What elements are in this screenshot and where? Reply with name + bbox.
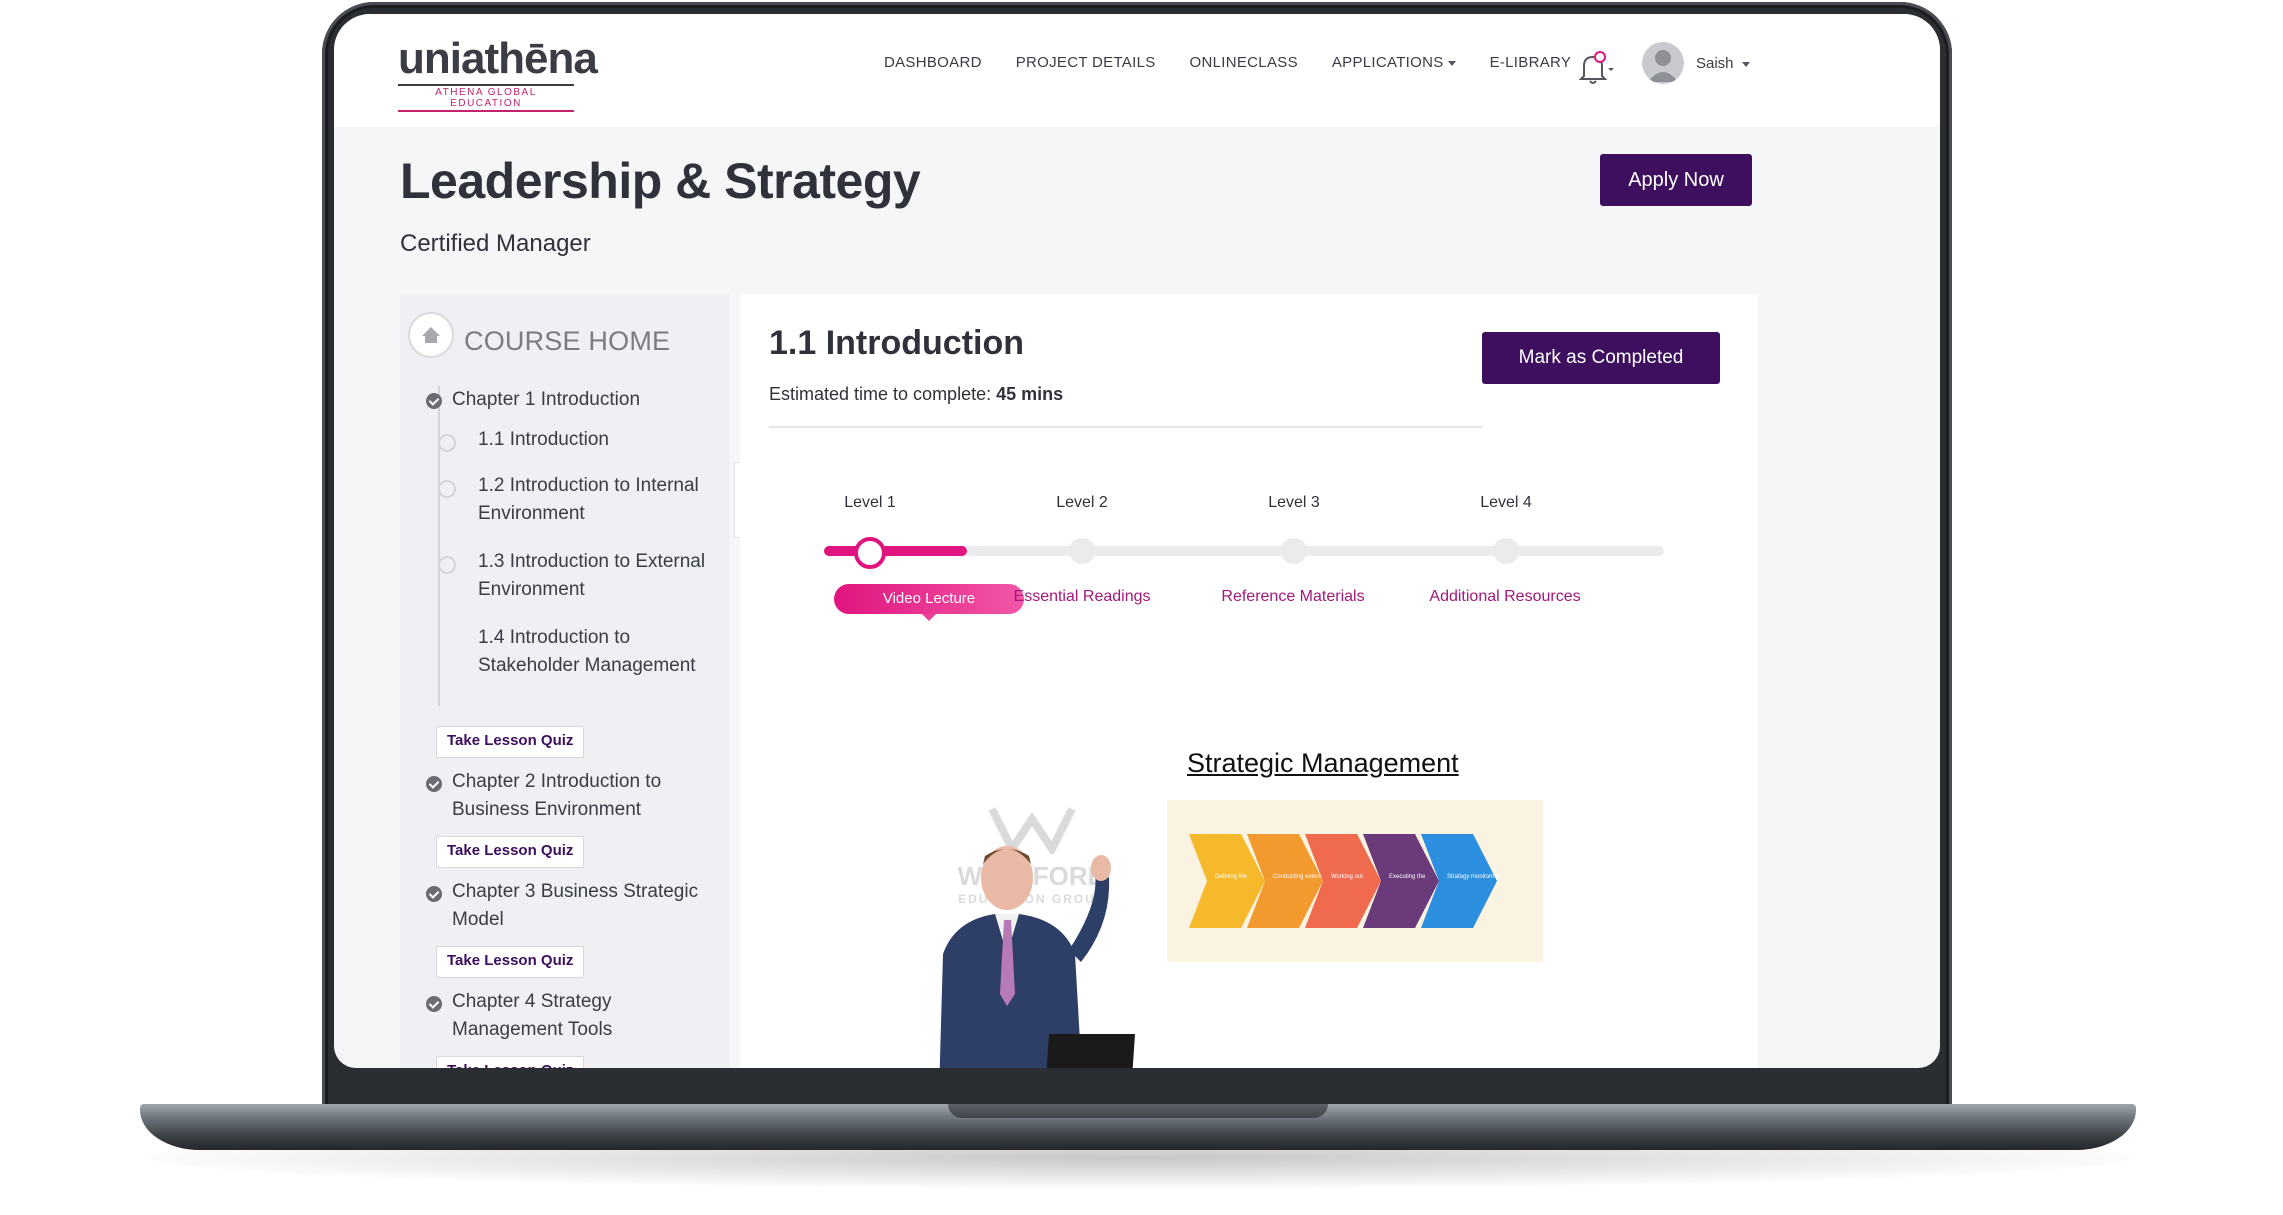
nav-e-library[interactable]: E-LIBRARY: [1490, 54, 1572, 71]
chapter-1-title: Chapter 1 Introduction: [452, 389, 641, 410]
chapter-3-link[interactable]: Chapter 3 Business Strategic Model: [452, 878, 698, 934]
level-4-label: Level 4: [1480, 494, 1532, 511]
top-navbar: uniathēna ATHENA GLOBAL EDUCATION DASHBO…: [334, 14, 1940, 127]
course-sidebar: COURSE HOME Chapter 1 Introduction 1.1 I…: [400, 294, 730, 1068]
strategy-process-diagram: Defining the Conducting external Working o…: [1167, 800, 1543, 962]
check-circle-icon: [426, 886, 442, 902]
chapter-2-link[interactable]: Chapter 2 Introduction to Business Enviro…: [452, 768, 661, 824]
notification-bell-icon[interactable]: [1574, 48, 1614, 88]
nav-onlineclass[interactable]: ONLINECLASS: [1190, 54, 1298, 71]
course-home-link[interactable]: COURSE HOME: [464, 326, 670, 357]
level-1-label: Level 1: [844, 494, 896, 511]
nav-applications-label: APPLICATIONS: [1331, 54, 1444, 71]
check-circle-icon: [426, 393, 442, 409]
logo-tagline: ATHENA GLOBAL EDUCATION: [398, 84, 574, 112]
lesson-title-line2: Environment: [478, 579, 585, 600]
apply-now-button[interactable]: Apply Now: [1600, 154, 1752, 206]
lesson-title: 1.4 Introduction to: [478, 627, 631, 648]
level-2-node[interactable]: [1069, 538, 1095, 564]
nav-applications[interactable]: APPLICATIONS: [1332, 54, 1456, 71]
logo-wordmark: uniathēna: [398, 34, 598, 83]
presenter-figure: [939, 846, 1135, 1068]
lesson-title-line2: Environment: [478, 503, 585, 524]
chapter-4-title-line2: Management Tools: [452, 1019, 613, 1040]
level-4-node[interactable]: [1493, 538, 1519, 564]
divider: [769, 426, 1483, 428]
laptop-hinge-notch: [948, 1104, 1328, 1118]
process-step-label: Defining the: [1215, 874, 1248, 880]
level-1-node[interactable]: [854, 537, 886, 569]
process-step-label: Conducting external: [1273, 874, 1326, 880]
level-2-label: Level 2: [1056, 494, 1108, 511]
course-title: Leadership & Strategy: [400, 153, 921, 209]
lesson-1-2-link[interactable]: 1.2 Introduction to Internal Environment: [478, 472, 699, 528]
level-3-label: Level 3: [1268, 494, 1320, 511]
essential-readings-tab[interactable]: Essential Readings: [987, 588, 1177, 606]
lesson-content: 1.1 Introduction Estimated time to compl…: [740, 294, 1758, 1068]
take-lesson-quiz-button[interactable]: Take Lesson Quiz: [436, 946, 585, 978]
lesson-title-line2: Stakeholder Management: [478, 655, 696, 676]
process-arrows: Defining the Conducting external Working o…: [1189, 834, 1499, 928]
reference-materials-tab[interactable]: Reference Materials: [1198, 588, 1388, 606]
process-step-label: Working out: [1331, 874, 1363, 880]
video-player[interactable]: Strategic Management Defining the Conduct…: [769, 734, 1729, 1068]
take-lesson-quiz-button[interactable]: Take Lesson Quiz: [436, 726, 585, 758]
main-nav: DASHBOARD PROJECT DETAILS ONLINECLASS AP…: [884, 54, 1571, 71]
course-subtitle: Certified Manager: [400, 230, 591, 257]
level-3-node[interactable]: [1281, 538, 1307, 564]
nav-dashboard[interactable]: DASHBOARD: [884, 54, 982, 71]
home-icon[interactable]: [408, 312, 454, 358]
user-name: Saish: [1696, 55, 1734, 72]
user-menu[interactable]: Saish: [1696, 55, 1750, 72]
user-avatar[interactable]: [1642, 42, 1684, 84]
chapter-3-title-line2: Model: [452, 909, 504, 930]
take-lesson-quiz-button[interactable]: Take Lesson Quiz: [436, 836, 585, 868]
chapter-3-title: Chapter 3 Business Strategic: [452, 881, 699, 902]
lesson-status-icon: [438, 434, 456, 452]
lesson-title: 1.3 Introduction to External: [478, 551, 706, 572]
take-lesson-quiz-button[interactable]: Take Lesson Quiz: [436, 1056, 585, 1068]
nav-project-details[interactable]: PROJECT DETAILS: [1016, 54, 1156, 71]
process-step-label: Executing the: [1389, 874, 1426, 880]
chapter-4-link[interactable]: Chapter 4 Strategy Management Tools: [452, 988, 612, 1044]
slide-title: Strategic Management: [1187, 748, 1459, 778]
check-circle-icon: [426, 996, 442, 1012]
lesson-1-3-link[interactable]: 1.3 Introduction to External Environment: [478, 548, 705, 604]
lesson-title: 1.1 Introduction: [478, 429, 609, 450]
additional-resources-tab[interactable]: Additional Resources: [1410, 588, 1600, 606]
uniathena-logo[interactable]: uniathēna ATHENA GLOBAL EDUCATION: [398, 34, 598, 112]
estimated-time-value: 45 mins: [996, 384, 1064, 404]
lesson-status-icon: [438, 480, 456, 498]
lesson-title: 1.2 Introduction to Internal: [478, 475, 699, 496]
chapter-2-title: Chapter 2 Introduction to: [452, 771, 662, 792]
mark-as-completed-button[interactable]: Mark as Completed: [1482, 332, 1720, 384]
check-circle-icon: [426, 776, 442, 792]
screen: uniathēna ATHENA GLOBAL EDUCATION DASHBO…: [334, 14, 1940, 1068]
chevron-down-icon: [1447, 60, 1456, 66]
process-step-label: Strategy monitoring: [1447, 874, 1499, 880]
lesson-status-icon: [438, 556, 456, 574]
chevron-down-icon: [1741, 61, 1750, 67]
level-progress-fill: [824, 546, 967, 556]
chapter-4-title: Chapter 4 Strategy: [452, 991, 612, 1012]
estimated-time: Estimated time to complete: 45 mins: [769, 384, 1064, 404]
chapter-2-title-line2: Business Environment: [452, 799, 642, 820]
lesson-1-1-link[interactable]: 1.1 Introduction: [478, 426, 609, 454]
chapter-1-link[interactable]: Chapter 1 Introduction: [452, 386, 640, 414]
lesson-1-4-link[interactable]: 1.4 Introduction to Stakeholder Managemen…: [478, 624, 696, 680]
level-progress-track: [824, 546, 1664, 556]
lesson-title: 1.1 Introduction: [769, 324, 1024, 362]
